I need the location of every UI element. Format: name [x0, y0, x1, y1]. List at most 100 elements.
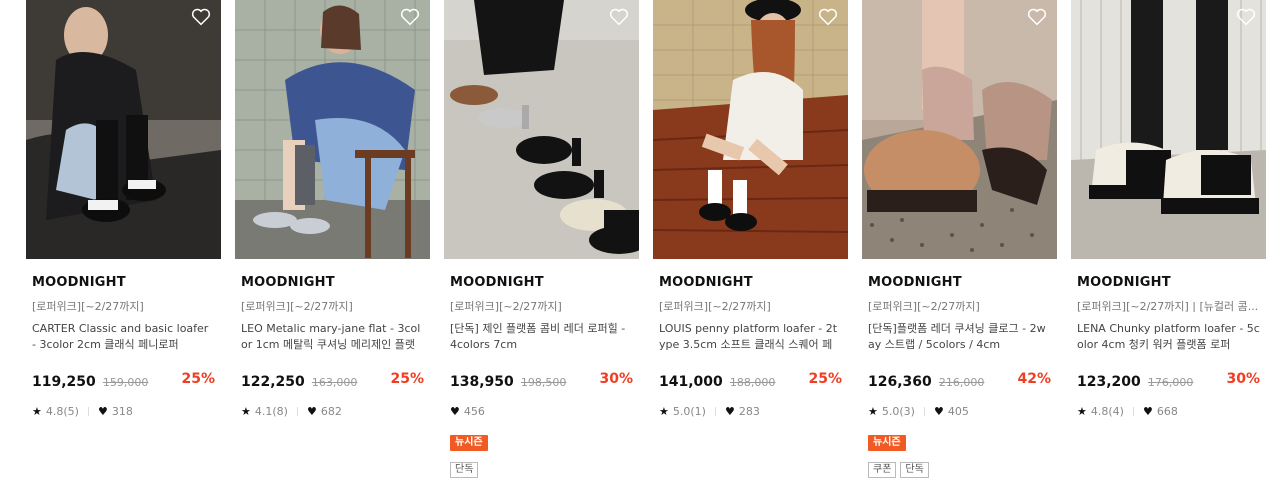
product-card[interactable]: MOODNIGHT [로퍼위크][~2/27까지] LEO Metalic ma…: [235, 0, 430, 418]
exclusive-tag: 단독: [450, 462, 479, 478]
divider: [296, 406, 298, 416]
star-icon: ★: [32, 404, 42, 418]
product-image[interactable]: [235, 0, 430, 259]
divider: [714, 406, 716, 416]
wishlist-heart-icon[interactable]: [1236, 8, 1256, 26]
sale-price: 141,000: [659, 374, 723, 390]
rating-value: 5.0(1): [672, 404, 706, 418]
price-row: 119,250 159,000 25%: [32, 371, 215, 390]
product-meta: ★ 4.8(4) ♥ 668: [1077, 404, 1260, 418]
product-title[interactable]: LEO Metalic mary-jane flat - 3color 1cm …: [241, 321, 424, 353]
promo-text: [로퍼위크][~2/27까지]: [450, 300, 562, 312]
product-title[interactable]: CARTER Classic and basic loafer - 3color…: [32, 321, 215, 353]
promo-text: [로퍼위크][~2/27까지]: [868, 300, 980, 312]
heart-icon: ♥: [450, 404, 460, 418]
wishlist-heart-icon[interactable]: [818, 8, 838, 26]
product-image[interactable]: [653, 0, 848, 259]
brand-name[interactable]: MOODNIGHT: [659, 275, 842, 291]
heart-icon: ♥: [724, 404, 735, 418]
product-image[interactable]: [444, 0, 639, 259]
brand-name[interactable]: MOODNIGHT: [868, 275, 1051, 291]
wishlist-heart-icon[interactable]: [609, 8, 629, 26]
brand-name[interactable]: MOODNIGHT: [450, 275, 633, 291]
product-image[interactable]: [26, 0, 221, 259]
like-count: 668: [1156, 404, 1178, 418]
star-icon: ★: [1077, 404, 1087, 418]
product-card[interactable]: MOODNIGHT [로퍼위크][~2/27까지] LOUIS penny pl…: [653, 0, 848, 418]
price-row: 138,950 198,500 30%: [450, 371, 633, 390]
brand-name[interactable]: MOODNIGHT: [1077, 275, 1260, 291]
discount-rate: 25%: [390, 371, 424, 387]
divider: [1132, 406, 1134, 416]
brand-name[interactable]: MOODNIGHT: [32, 275, 215, 291]
wishlist-heart-icon[interactable]: [191, 8, 211, 26]
product-meta: ★ 5.0(3) ♥ 405: [868, 404, 1051, 418]
price-row: 126,360 216,000 42%: [868, 371, 1051, 390]
wishlist-heart-icon[interactable]: [400, 8, 420, 26]
rating-value: 5.0(3): [881, 404, 915, 418]
tag-row: 쿠폰 단독: [868, 457, 1051, 478]
new-season-badge: 뉴시즌: [450, 435, 488, 451]
sale-price: 122,250: [241, 374, 305, 390]
product-title[interactable]: LENA Chunky platform loafer - 5color 4cm…: [1077, 321, 1260, 353]
price-row: 141,000 188,000 25%: [659, 371, 842, 390]
brand-name[interactable]: MOODNIGHT: [241, 275, 424, 291]
like-count: 405: [947, 404, 969, 418]
product-meta: ♥ 456: [450, 404, 633, 418]
coupon-tag: 쿠폰: [868, 462, 897, 478]
product-title[interactable]: LOUIS penny platform loafer - 2type 3.5c…: [659, 321, 842, 353]
rating-value: 4.1(8): [254, 404, 288, 418]
heart-icon: ♥: [1142, 404, 1153, 418]
new-season-badge: 뉴시즌: [868, 435, 906, 451]
sale-price: 119,250: [32, 374, 96, 390]
like-count: 456: [463, 404, 485, 418]
product-meta: ★ 5.0(1) ♥ 283: [659, 404, 842, 418]
original-price: 159,000: [102, 376, 149, 389]
product-card[interactable]: MOODNIGHT [로퍼위크][~2/27까지] [단독]플랫폼 레더 쿠셔닝…: [862, 0, 1057, 478]
discount-rate: 25%: [181, 371, 215, 387]
like-count: 682: [320, 404, 342, 418]
like-count: 283: [738, 404, 760, 418]
star-icon: ★: [241, 404, 251, 418]
heart-icon: ♥: [97, 404, 108, 418]
product-card[interactable]: MOODNIGHT [로퍼위크][~2/27까지] [단독] 제인 플랫폼 콤비…: [444, 0, 639, 478]
like-count: 318: [111, 404, 133, 418]
product-photo: [653, 0, 848, 259]
product-meta: ★ 4.1(8) ♥ 682: [241, 404, 424, 418]
product-photo: [26, 0, 221, 259]
divider: [87, 406, 89, 416]
discount-rate: 42%: [1017, 371, 1051, 387]
rating-value: 4.8(4): [1090, 404, 1124, 418]
product-title[interactable]: [단독]플랫폼 레더 쿠셔닝 클로그 - 2way 스트랩 / 5colors …: [868, 321, 1051, 353]
discount-rate: 25%: [808, 371, 842, 387]
discount-rate: 30%: [1226, 371, 1260, 387]
promo-text: [로퍼위크][~2/27까지]: [32, 300, 144, 312]
product-title[interactable]: [단독] 제인 플랫폼 콤비 레더 로퍼힐 - 4colors 7cm: [450, 321, 633, 353]
badge-row: 뉴시즌: [868, 430, 1051, 451]
price-row: 123,200 176,000 30%: [1077, 371, 1260, 390]
product-photo: [444, 0, 639, 259]
discount-rate: 30%: [599, 371, 633, 387]
product-card[interactable]: MOODNIGHT [로퍼위크][~2/27까지] CARTER Classic…: [26, 0, 221, 418]
product-image[interactable]: [1071, 0, 1266, 259]
promo-text: [로퍼위크][~2/27까지]: [241, 300, 353, 312]
exclusive-tag: 단독: [900, 462, 929, 478]
tag-row: 단독: [450, 457, 633, 478]
sale-price: 126,360: [868, 374, 932, 390]
wishlist-heart-icon[interactable]: [1027, 8, 1047, 26]
rating-value: 4.8(5): [45, 404, 79, 418]
sale-price: 123,200: [1077, 374, 1141, 390]
product-photo: [235, 0, 430, 259]
product-card[interactable]: MOODNIGHT [로퍼위크][~2/27까지] | [뉴컬러 콤... LE…: [1071, 0, 1266, 418]
promo-text: [로퍼위크][~2/27까지]: [659, 300, 771, 312]
product-image[interactable]: [862, 0, 1057, 259]
price-row: 122,250 163,000 25%: [241, 371, 424, 390]
original-price: 188,000: [729, 376, 776, 389]
star-icon: ★: [868, 404, 878, 418]
product-meta: ★ 4.8(5) ♥ 318: [32, 404, 215, 418]
sale-price: 138,950: [450, 374, 514, 390]
divider: [923, 406, 925, 416]
original-price: 198,500: [520, 376, 567, 389]
product-photo: [862, 0, 1057, 259]
heart-icon: ♥: [933, 404, 944, 418]
